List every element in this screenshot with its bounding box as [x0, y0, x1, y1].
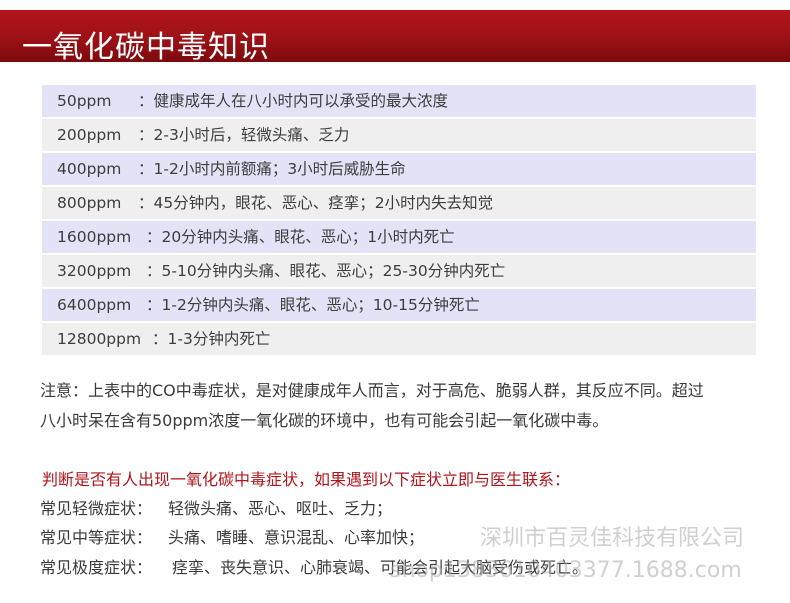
ppm-value: 12800ppm — [57, 330, 142, 348]
ppm-value: 800ppm — [57, 194, 122, 212]
table-row: 800ppm ：45分钟内，眼花、恶心、痉挛；2小时内失去知觉 — [42, 187, 756, 219]
effect-description: ：1-2分钟内头痛、眼花、恶心；10-15分钟死亡 — [146, 296, 480, 314]
effect-description: ：20分钟内头痛、眼花、恶心；1小时内死亡 — [146, 228, 455, 246]
table-row: 400ppm ：1-2小时内前额痛；3小时后威胁生命 — [42, 153, 756, 185]
title-banner: 一氧化碳中毒知识 — [0, 10, 790, 65]
effect-description: ：1-2小时内前额痛；3小时后威胁生命 — [138, 160, 406, 178]
ppm-value: 50ppm — [57, 92, 112, 110]
effect-description: ：健康成年人在八小时内可以承受的最大浓度 — [138, 92, 449, 110]
note-line: 八小时呆在含有50ppm浓度一氧化碳的环境中，也有可能会引起一氧化碳中毒。 — [40, 411, 609, 430]
note-paragraph: 注意：上表中的CO中毒症状，是对健康成年人而言，对于高危、脆弱人群，其反应不同。… — [40, 376, 760, 436]
table-row: 6400ppm ：1-2分钟内头痛、眼花、恶心；10-15分钟死亡 — [42, 289, 756, 321]
symptom-value: 头痛、嗜睡、意识混乱、心率加快； — [168, 528, 425, 547]
ppm-value: 200ppm — [57, 126, 122, 144]
watermark-url: shop1383610403377.1688.com — [390, 558, 742, 583]
effect-description: ：1-3分钟内死亡 — [152, 330, 271, 348]
page-title: 一氧化碳中毒知识 — [22, 30, 270, 65]
ppm-value: 3200ppm — [57, 262, 132, 280]
effect-description: ：2-3小时后，轻微头痛、乏力 — [138, 126, 350, 144]
symptom-label: 常见极度症状： — [40, 558, 153, 577]
ppm-value: 1600ppm — [57, 228, 132, 246]
warning-heading: 判断是否有人出现一氧化碳中毒症状，如果遇到以下症状立即与医生联系： — [42, 470, 571, 489]
effect-description: ：5-10分钟内头痛、眼花、恶心；25-30分钟内死亡 — [146, 262, 506, 280]
table-row: 200ppm ：2-3小时后，轻微头痛、乏力 — [42, 119, 756, 151]
table-row: 1600ppm ：20分钟内头痛、眼花、恶心；1小时内死亡 — [42, 221, 756, 253]
symptom-label: 常见轻微症状： — [40, 499, 153, 518]
effect-description: ：45分钟内，眼花、恶心、痉挛；2小时内失去知觉 — [138, 194, 494, 212]
table-row: 50ppm ：健康成年人在八小时内可以承受的最大浓度 — [42, 85, 756, 117]
ppm-value: 400ppm — [57, 160, 122, 178]
note-line: 注意：上表中的CO中毒症状，是对健康成年人而言，对于高危、脆弱人群，其反应不同。… — [40, 381, 704, 400]
ppm-value: 6400ppm — [57, 296, 132, 314]
table-row: 3200ppm ：5-10分钟内头痛、眼花、恶心；25-30分钟内死亡 — [42, 255, 756, 287]
watermark-company: 深圳市百灵佳科技有限公司 — [480, 526, 745, 551]
symptom-value: 轻微头痛、恶心、呕吐、乏力； — [168, 499, 393, 518]
table-row: 12800ppm ：1-3分钟内死亡 — [42, 323, 756, 355]
symptom-label: 常见中等症状： — [40, 528, 153, 547]
